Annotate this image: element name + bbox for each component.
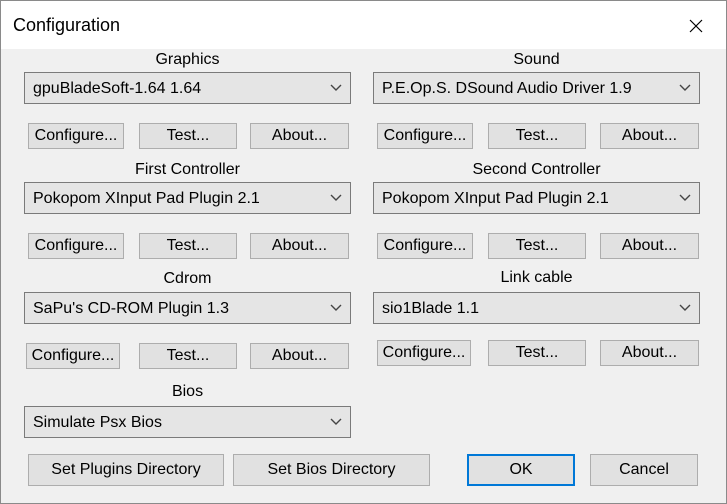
cancel-button[interactable]: Cancel — [590, 454, 698, 486]
sound-label: Sound — [513, 51, 560, 68]
set-plugins-directory-button[interactable]: Set Plugins Directory — [28, 454, 224, 486]
first-controller-select[interactable]: Pokopom XInput Pad Plugin 2.1 — [24, 182, 351, 214]
chevron-down-icon — [330, 194, 342, 201]
first-controller-configure-button[interactable]: Configure... — [28, 233, 124, 259]
second-controller-selected-value: Pokopom XInput Pad Plugin 2.1 — [382, 190, 609, 207]
graphics-selected-value: gpuBladeSoft-1.64 1.64 — [33, 80, 202, 97]
bios-select[interactable]: Simulate Psx Bios — [24, 406, 351, 438]
link-cable-configure-button[interactable]: Configure... — [377, 340, 471, 366]
second-controller-about-button[interactable]: About... — [600, 233, 699, 259]
sound-configure-button[interactable]: Configure... — [377, 123, 473, 149]
chevron-down-icon — [330, 418, 342, 425]
cdrom-label: Cdrom — [163, 270, 212, 287]
chevron-down-icon — [330, 84, 342, 91]
link-cable-about-button[interactable]: About... — [600, 340, 699, 366]
sound-test-button[interactable]: Test... — [488, 123, 586, 149]
chevron-down-icon — [679, 194, 691, 201]
close-button[interactable] — [681, 11, 711, 41]
first-controller-test-button[interactable]: Test... — [139, 233, 237, 259]
first-controller-selected-value: Pokopom XInput Pad Plugin 2.1 — [33, 190, 260, 207]
link-cable-select[interactable]: sio1Blade 1.1 — [373, 292, 700, 324]
cdrom-selected-value: SaPu's CD-ROM Plugin 1.3 — [33, 300, 230, 317]
ok-button[interactable]: OK — [467, 454, 575, 486]
sound-selected-value: P.E.Op.S. DSound Audio Driver 1.9 — [382, 80, 632, 97]
graphics-label: Graphics — [155, 51, 220, 68]
cdrom-plugin-select[interactable]: SaPu's CD-ROM Plugin 1.3 — [24, 292, 351, 324]
first-controller-about-button[interactable]: About... — [250, 233, 349, 259]
cdrom-test-button[interactable]: Test... — [139, 343, 237, 369]
first-controller-label: First Controller — [135, 161, 240, 178]
link-cable-label: Link cable — [500, 269, 573, 286]
second-controller-select[interactable]: Pokopom XInput Pad Plugin 2.1 — [373, 182, 700, 214]
graphics-plugin-select[interactable]: gpuBladeSoft-1.64 1.64 — [24, 72, 351, 104]
chevron-down-icon — [679, 304, 691, 311]
window-title: Configuration — [13, 15, 121, 35]
chevron-down-icon — [330, 304, 342, 311]
second-controller-label: Second Controller — [472, 161, 601, 178]
second-controller-test-button[interactable]: Test... — [488, 233, 586, 259]
graphics-about-button[interactable]: About... — [250, 123, 349, 149]
bios-selected-value: Simulate Psx Bios — [33, 414, 162, 431]
cdrom-configure-button[interactable]: Configure... — [26, 343, 120, 369]
sound-about-button[interactable]: About... — [600, 123, 699, 149]
sound-plugin-select[interactable]: P.E.Op.S. DSound Audio Driver 1.9 — [373, 72, 700, 104]
cdrom-about-button[interactable]: About... — [250, 343, 349, 369]
title-bar: Configuration — [1, 1, 726, 49]
bios-label: Bios — [171, 383, 204, 400]
link-cable-test-button[interactable]: Test... — [488, 340, 586, 366]
second-controller-configure-button[interactable]: Configure... — [377, 233, 473, 259]
link-cable-selected-value: sio1Blade 1.1 — [382, 300, 479, 317]
chevron-down-icon — [679, 84, 691, 91]
close-icon — [689, 19, 703, 33]
configuration-dialog: Configuration Graphics gpuBladeSoft-1.64… — [0, 0, 727, 504]
set-bios-directory-button[interactable]: Set Bios Directory — [233, 454, 430, 486]
graphics-configure-button[interactable]: Configure... — [28, 123, 124, 149]
graphics-test-button[interactable]: Test... — [139, 123, 237, 149]
